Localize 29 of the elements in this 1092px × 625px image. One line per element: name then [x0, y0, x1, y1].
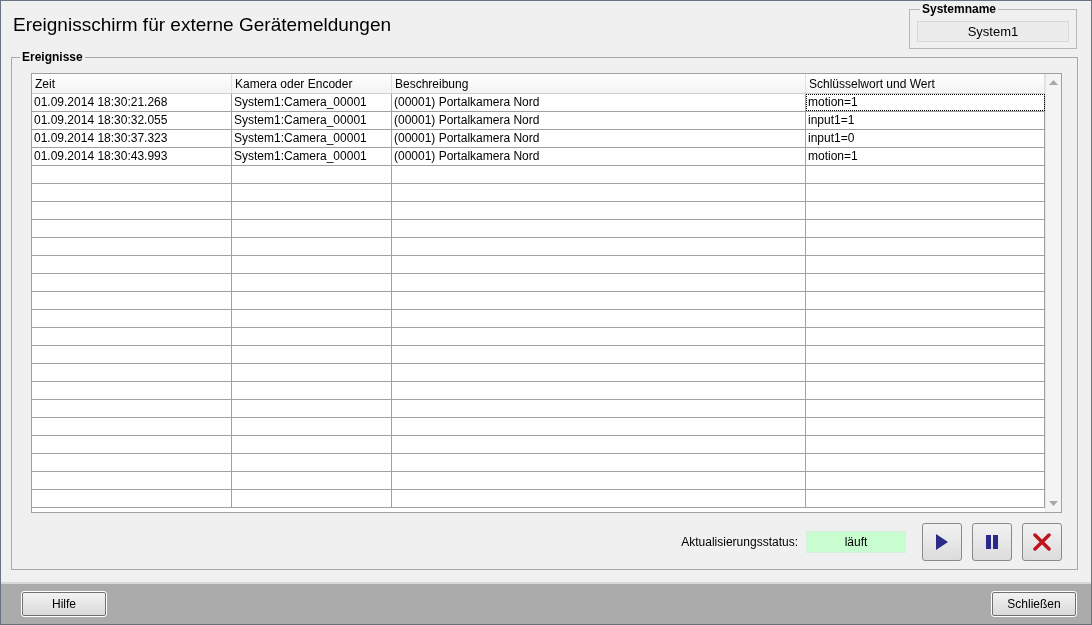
table-cell: System1:Camera_00001: [232, 94, 392, 111]
group-label: Systemname: [920, 2, 999, 16]
table-cell: (00001) Portalkamera Nord: [392, 112, 806, 129]
column-header[interactable]: Zeit: [32, 74, 232, 93]
table-cell: 01.09.2014 18:30:43.993: [32, 148, 232, 165]
table-cell: 01.09.2014 18:30:37.323: [32, 130, 232, 147]
table-cell: (00001) Portalkamera Nord: [392, 148, 806, 165]
group-label: Ereignisse: [20, 50, 85, 64]
window-title: Ereignisschirm für externe Gerätemeldungen: [13, 14, 392, 36]
column-header[interactable]: Kamera oder Encoder: [232, 74, 392, 93]
stop-button[interactable]: [1022, 523, 1062, 561]
table-cell: 01.09.2014 18:30:21.268: [32, 94, 232, 111]
table-cell: 01.09.2014 18:30:32.055: [32, 112, 232, 129]
pause-icon: [983, 533, 1001, 551]
status-field: läuft: [806, 531, 906, 553]
status-label: Aktualisierungsstatus:: [681, 535, 798, 549]
close-button[interactable]: Schließen: [992, 592, 1076, 616]
column-header[interactable]: Beschreibung: [392, 74, 806, 93]
system-name-field: System1: [917, 21, 1069, 42]
pause-button[interactable]: [972, 523, 1012, 561]
play-button[interactable]: [922, 523, 962, 561]
table-cell: System1:Camera_00001: [232, 130, 392, 147]
table-cell: (00001) Portalkamera Nord: [392, 94, 806, 111]
close-icon: [1033, 533, 1051, 551]
table-cell: System1:Camera_00001: [232, 148, 392, 165]
table-cell: (00001) Portalkamera Nord: [392, 130, 806, 147]
help-button[interactable]: Hilfe: [22, 592, 106, 616]
table-cell: System1:Camera_00001: [232, 112, 392, 129]
table-cell: motion=1: [806, 94, 1045, 111]
